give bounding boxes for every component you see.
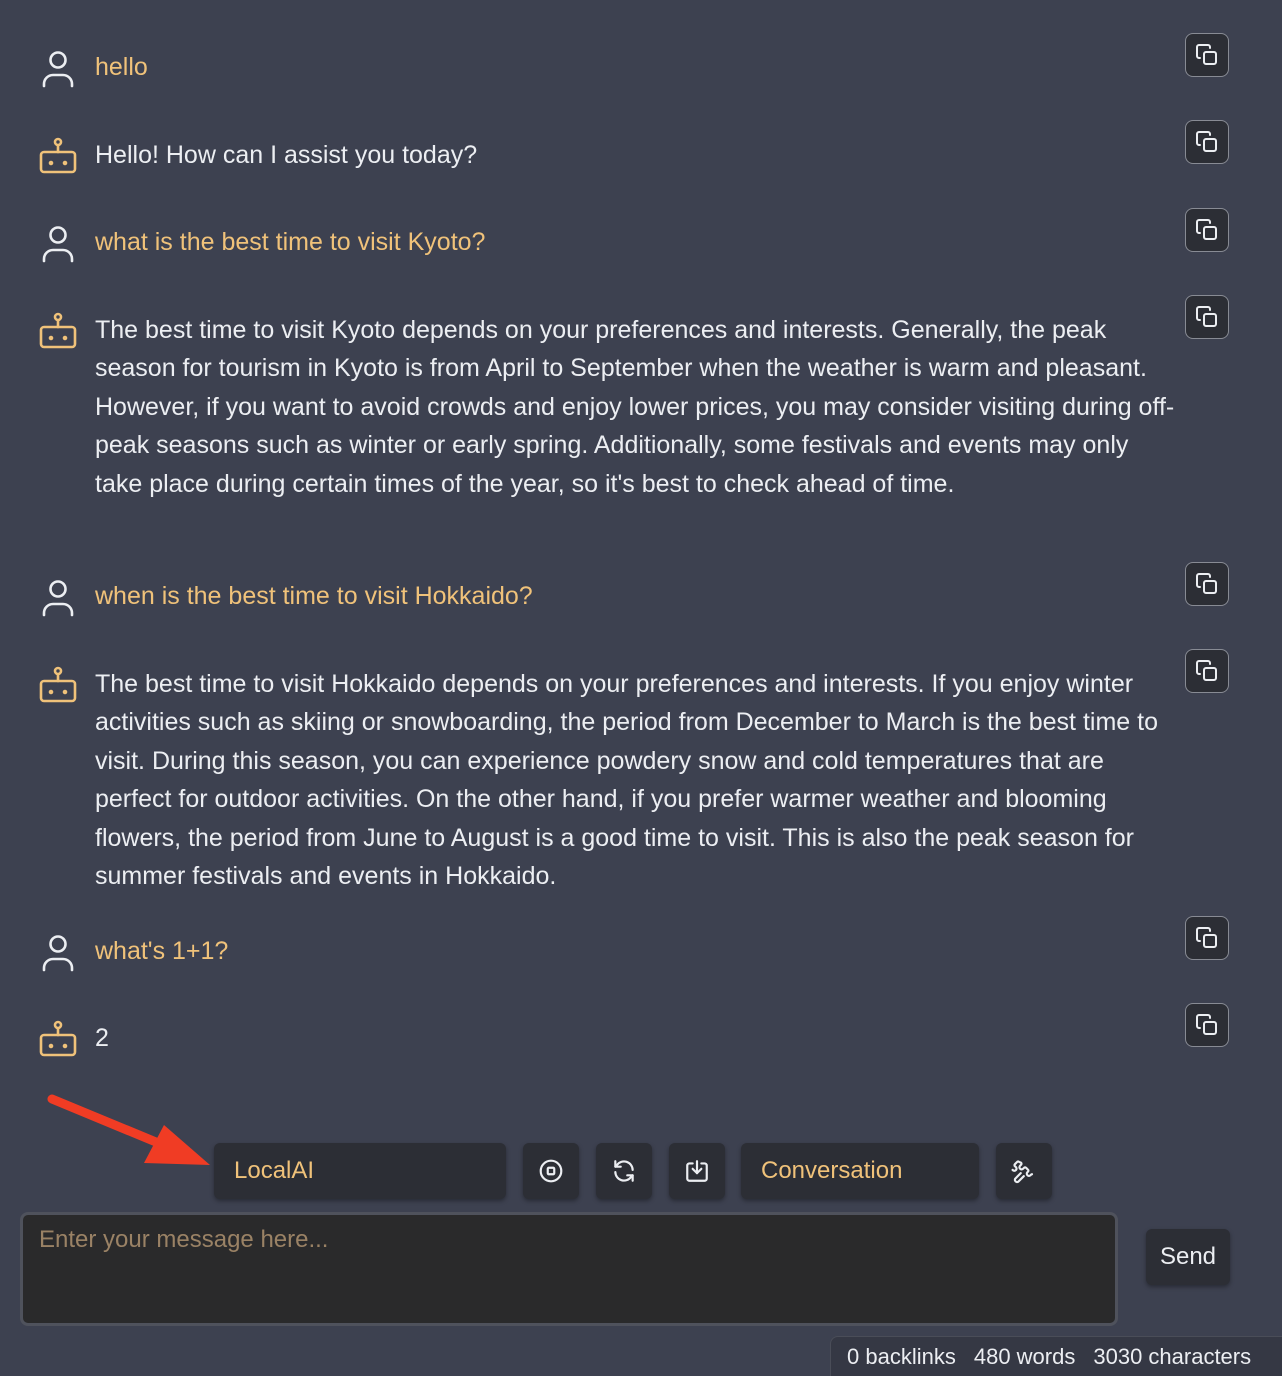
message-text: when is the best time to visit Hokkaido? xyxy=(95,582,533,610)
puzzle-icon xyxy=(1011,1160,1034,1184)
status-words: 480 words xyxy=(973,1343,1076,1369)
message-text: The best time to visit Hokkaido depends … xyxy=(95,670,1158,891)
message-text: The best time to visit Kyoto depends on … xyxy=(95,316,1175,498)
copy-icon xyxy=(1196,44,1217,65)
copy-icon xyxy=(1196,306,1217,327)
bot-icon xyxy=(38,1019,78,1059)
user-icon xyxy=(38,223,78,263)
copy-icon xyxy=(1196,660,1217,681)
copy-icon xyxy=(1196,1014,1217,1035)
copy-button[interactable] xyxy=(1185,1003,1229,1047)
message-text: what is the best time to visit Kyoto? xyxy=(95,228,486,256)
message-text: 2 xyxy=(95,1024,109,1052)
copy-icon xyxy=(1196,219,1217,240)
message-input[interactable] xyxy=(20,1212,1118,1326)
bot-icon xyxy=(38,665,78,705)
copy-icon xyxy=(1196,927,1217,948)
message-text: Hello! How can I assist you today? xyxy=(95,141,478,169)
message-text: hello xyxy=(95,53,148,81)
copy-button[interactable] xyxy=(1185,120,1229,164)
stop-icon xyxy=(539,1159,563,1183)
status-bar: 0 backlinks 480 words 3030 characters xyxy=(830,1336,1282,1376)
copy-button[interactable] xyxy=(1185,649,1229,693)
refresh-button[interactable] xyxy=(596,1143,652,1199)
download-button[interactable] xyxy=(669,1143,725,1199)
user-icon xyxy=(38,932,78,972)
copy-icon xyxy=(1196,573,1217,594)
user-icon xyxy=(38,48,78,88)
copy-button[interactable] xyxy=(1185,208,1229,252)
copy-button[interactable] xyxy=(1185,33,1229,77)
copy-button[interactable] xyxy=(1185,916,1229,960)
status-characters: 3030 characters xyxy=(1093,1343,1252,1369)
chat-view: hello Hello! How can I assist you today?… xyxy=(0,0,1282,1376)
message-text: what's 1+1? xyxy=(95,937,229,965)
bot-icon xyxy=(38,311,78,351)
stop-button[interactable] xyxy=(523,1143,579,1199)
copy-button[interactable] xyxy=(1185,295,1229,339)
provider-selector[interactable]: LocalAI xyxy=(214,1143,506,1199)
annotation-arrow-icon xyxy=(47,1094,210,1165)
send-button[interactable]: Send xyxy=(1146,1229,1230,1285)
user-icon xyxy=(38,577,78,617)
copy-icon xyxy=(1196,131,1217,152)
mode-label: Conversation xyxy=(761,1157,903,1184)
status-backlinks[interactable]: 0 backlinks xyxy=(847,1344,956,1370)
bot-icon xyxy=(38,136,78,176)
provider-label: LocalAI xyxy=(234,1157,315,1184)
mode-selector[interactable]: Conversation xyxy=(741,1143,979,1199)
copy-button[interactable] xyxy=(1185,562,1229,606)
plugin-button[interactable] xyxy=(996,1143,1052,1199)
download-icon xyxy=(686,1160,708,1182)
refresh-icon xyxy=(614,1160,634,1182)
